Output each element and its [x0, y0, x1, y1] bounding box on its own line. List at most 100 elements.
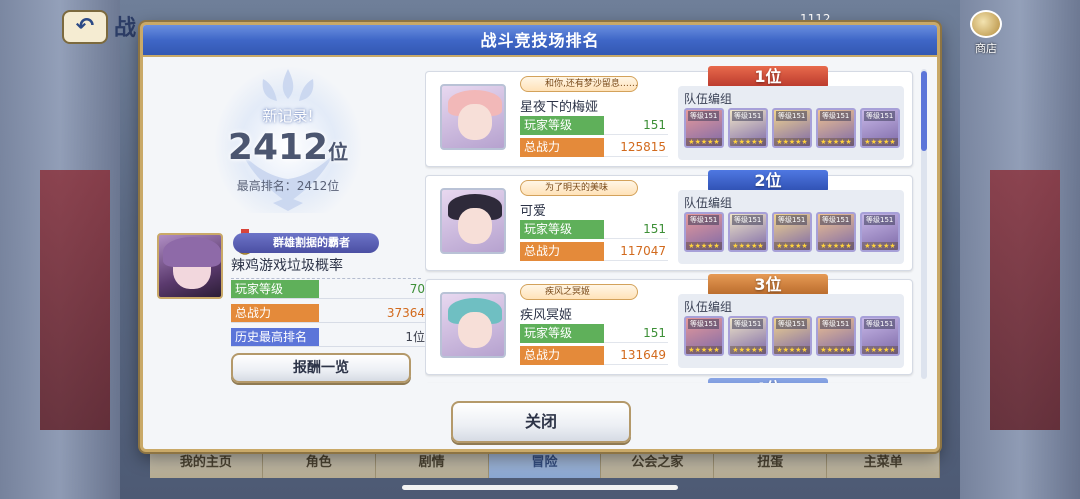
opponent-level-row: 玩家等级 151	[520, 116, 668, 135]
team-member-level: 等级151	[864, 215, 896, 225]
stat-label: 总战力	[231, 304, 319, 322]
team-member-level: 等级151	[776, 215, 808, 225]
opponent-name: 星夜下的梅娅	[520, 100, 599, 115]
nav-item-guild-house[interactable]: 公会之家	[601, 448, 715, 478]
rank-ribbon: 3位	[708, 274, 828, 296]
team-label: 队伍编组	[684, 300, 733, 314]
close-button[interactable]: 关闭	[451, 401, 631, 443]
team-member-stars: ★★★★★	[686, 242, 722, 250]
team-member-stars: ★★★★★	[774, 138, 810, 146]
stat-row-power: 总战力 37364	[231, 303, 427, 323]
dialog-title: 战斗竞技场排名	[143, 25, 937, 57]
team-member-level: 等级151	[776, 319, 808, 329]
ranking-entry[interactable]: 3位 疾风之冥姬疾风冥姬 玩家等级 151 总战力 131649 队伍编组等级151 ★★★★…	[425, 274, 913, 375]
opponent-power-row: 总战力 117047	[520, 242, 668, 261]
level-label: 玩家等级	[520, 324, 604, 343]
team-member-icon: 等级151 ★★★★★	[728, 108, 768, 148]
team-member-icon: 等级151 ★★★★★	[816, 316, 856, 356]
team-member-icon: 等级151 ★★★★★	[728, 212, 768, 252]
stat-row-highest-rank: 历史最高排名 1位	[231, 327, 427, 347]
team-member-stars: ★★★★★	[862, 242, 898, 250]
opponent-title-tag: 为了明天的美味	[520, 180, 638, 196]
power-label: 总战力	[520, 242, 604, 261]
opponent-avatar[interactable]	[440, 84, 506, 150]
power-label: 总战力	[520, 346, 604, 365]
player-name: 辣鸡游戏垃圾概率	[231, 255, 421, 279]
opponent-power-row: 总战力 125815	[520, 138, 668, 157]
team-member-icon: 等级151 ★★★★★	[728, 316, 768, 356]
opponent-title-tag: 疾风之冥姬	[520, 284, 638, 300]
team-member-stars: ★★★★★	[730, 346, 766, 354]
player-title-badge: 群雄割据的霸者	[233, 233, 379, 253]
opponent-name: 可爱	[520, 204, 547, 219]
shop-bag-icon	[970, 10, 1002, 38]
my-rank-panel: 新记录! 2412位 最高排名：2412位	[203, 65, 373, 215]
ranking-list[interactable]: 1位 和你,还有梦沙留息…… 星夜下的梅娅 玩家等级 151 总战力 125815 队伍编组等…	[425, 65, 929, 383]
team-member-icon: 等级151 ★★★★★	[684, 108, 724, 148]
bg-banner-left	[40, 170, 110, 430]
arena-ranking-dialog: 战斗竞技场排名 新记录! 2412位 最高排名：2412位 群雄割据的霸者 辣鸡…	[140, 22, 940, 452]
shop-label: 商店	[975, 42, 997, 55]
opponent-power-row: 总战力 131649	[520, 346, 668, 365]
team-member-stars: ★★★★★	[730, 138, 766, 146]
opponent-name: 疾风冥姬	[520, 308, 573, 323]
stat-row-level: 玩家等级 70	[231, 279, 427, 299]
rank-suffix: 位	[328, 140, 349, 164]
opponent-level: 151	[643, 222, 666, 236]
player-avatar	[157, 233, 223, 299]
team-member-stars: ★★★★★	[818, 346, 854, 354]
team-member-level: 等级151	[732, 111, 764, 121]
team-member-icon: 等级151 ★★★★★	[860, 108, 900, 148]
ranking-entry[interactable]: 2位 为了明天的美味 可爱 玩家等级 151 总战力 117047 队伍编组 等级151 ★★★★…	[425, 170, 913, 271]
opponent-avatar[interactable]	[440, 188, 506, 254]
opponent-title-tag: 和你,还有梦沙留息……	[520, 76, 638, 92]
shop-button[interactable]: 商店	[966, 10, 1006, 62]
ranking-entry[interactable]: 1位 和你,还有梦沙留息…… 星夜下的梅娅 玩家等级 151 总战力 125815 队伍编组等…	[425, 66, 913, 167]
team-member-level: 等级151	[820, 111, 852, 121]
home-indicator[interactable]	[402, 485, 678, 490]
opponent-power: 125815	[620, 140, 666, 154]
best-rank-label: 最高排名：2412位	[236, 179, 340, 193]
rank-ribbon: 2位	[708, 170, 828, 192]
team-label: 队伍编组	[684, 196, 733, 210]
opponent-level: 151	[643, 326, 666, 340]
nav-item-gacha[interactable]: 扭蛋	[714, 448, 828, 478]
team-box: 队伍编组 等级151 ★★★★★ 等级151 ★★★★★ 等级151 ★★★★★ 等级151 ★…	[678, 190, 904, 264]
nav-item-home[interactable]: 我的主页	[150, 448, 263, 478]
back-button[interactable]: ↶	[62, 10, 108, 44]
team-member-level: 等级151	[864, 111, 896, 121]
rewards-list-button[interactable]: 报酬一览	[231, 353, 411, 383]
team-member-stars: ★★★★★	[774, 346, 810, 354]
stat-label: 历史最高排名	[231, 328, 319, 346]
back-arrow-icon: ↶	[75, 14, 95, 39]
team-member-level: 等级151	[732, 215, 764, 225]
team-member-level: 等级151	[688, 319, 720, 329]
bg-banner-right	[990, 170, 1060, 430]
team-member-level: 等级151	[864, 319, 896, 329]
team-member-stars: ★★★★★	[818, 138, 854, 146]
team-member-level: 等级151	[732, 319, 764, 329]
team-member-icon: 等级151 ★★★★★	[772, 212, 812, 252]
team-member-stars: ★★★★★	[686, 346, 722, 354]
bottom-nav: 我的主页 角色 剧情 冒险 公会之家 扭蛋 主菜单	[150, 448, 941, 478]
nav-item-main-menu[interactable]: 主菜单	[827, 448, 941, 478]
team-member-stars: ★★★★★	[730, 242, 766, 250]
team-member-icon: 等级151 ★★★★★	[860, 212, 900, 252]
team-member-icon: 等级151 ★★★★★	[772, 108, 812, 148]
opponent-level: 151	[643, 118, 666, 132]
team-label: 队伍编组	[684, 92, 733, 106]
rank-ribbon: 1位	[708, 66, 828, 88]
nav-item-characters[interactable]: 角色	[262, 448, 376, 478]
opponent-avatar[interactable]	[440, 292, 506, 358]
team-member-icon: 等级151 ★★★★★	[816, 108, 856, 148]
level-label: 玩家等级	[520, 116, 604, 135]
team-member-stars: ★★★★★	[862, 346, 898, 354]
team-member-level: 等级151	[688, 111, 720, 121]
list-scrollbar-thumb[interactable]	[921, 71, 927, 151]
team-member-stars: ★★★★★	[686, 138, 722, 146]
nav-item-adventure[interactable]: 冒险	[488, 448, 602, 478]
team-member-icon: 等级151 ★★★★★	[860, 316, 900, 356]
opponent-level-row: 玩家等级 151	[520, 324, 668, 343]
nav-item-story[interactable]: 剧情	[375, 448, 489, 478]
rank-ribbon: 4位	[708, 378, 828, 383]
